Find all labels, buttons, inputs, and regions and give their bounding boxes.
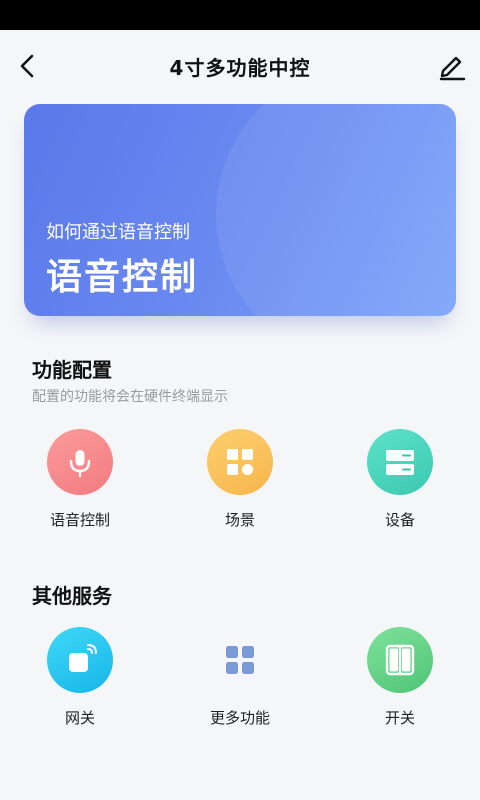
scene-grid-icon <box>227 449 253 475</box>
more-grid-icon <box>226 646 254 674</box>
service-item-more[interactable]: 更多功能 <box>180 627 300 728</box>
gateway-icon-circle <box>47 627 113 693</box>
status-bar <box>0 0 480 30</box>
other-services-title: 其他服务 <box>32 584 112 608</box>
switch-icon-circle <box>367 627 433 693</box>
service-item-label: 更多功能 <box>209 709 270 727</box>
pencil-icon <box>439 56 466 81</box>
gateway-icon <box>69 644 97 672</box>
function-config-title: 功能配置 <box>32 358 112 382</box>
function-item-scene[interactable]: 场景 <box>180 429 300 530</box>
service-item-label: 网关 <box>64 709 95 727</box>
device-icon <box>386 450 414 475</box>
voice-control-icon-circle <box>47 429 113 495</box>
function-item-label: 语音控制 <box>49 511 110 529</box>
banner-subtitle: 如何通过语音控制 <box>46 222 190 243</box>
switch-icon <box>385 644 415 676</box>
service-item-gateway[interactable]: 网关 <box>20 627 140 728</box>
function-item-label: 设备 <box>384 511 415 529</box>
service-item-label: 开关 <box>384 709 415 727</box>
banner-title: 语音控制 <box>46 257 199 298</box>
edit-button[interactable] <box>436 50 468 82</box>
page-title: 4寸多功能中控 <box>169 56 311 80</box>
function-item-voice-control[interactable]: 语音控制 <box>20 429 140 530</box>
microphone-icon <box>69 450 91 478</box>
voice-control-banner[interactable]: 如何通过语音控制 语音控制 <box>24 104 456 316</box>
more-functions-icon-wrap <box>207 627 273 693</box>
function-config-subtitle: 配置的功能将会在硬件终端显示 <box>32 389 228 405</box>
device-icon-circle <box>367 429 433 495</box>
header: 4寸多功能中控 <box>0 30 480 100</box>
scene-icon-circle <box>207 429 273 495</box>
service-item-switch[interactable]: 开关 <box>340 627 460 728</box>
function-item-device[interactable]: 设备 <box>340 429 460 530</box>
function-item-label: 场景 <box>224 511 255 529</box>
